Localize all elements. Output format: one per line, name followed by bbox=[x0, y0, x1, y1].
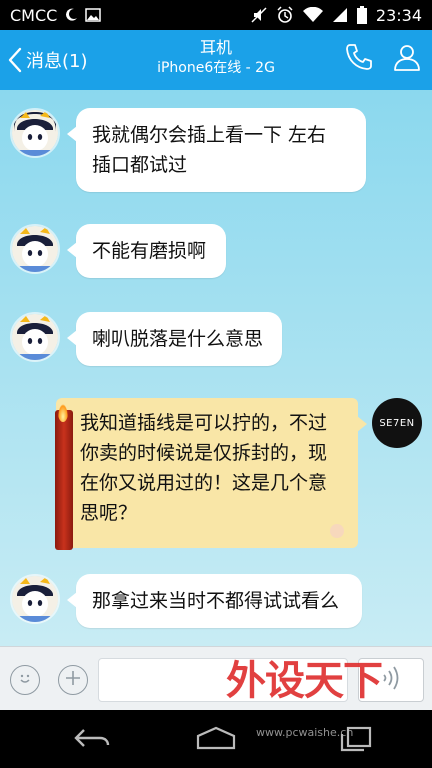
moon-icon bbox=[63, 7, 79, 23]
chat-area[interactable]: 我就偶尔会插上看一下 左右 插口都试过 不能有磨损啊 喇叭脱落是什么意思 我知道… bbox=[0, 90, 432, 646]
image-icon bbox=[85, 8, 102, 22]
self-avatar[interactable]: SE7EN bbox=[372, 398, 422, 448]
avatar[interactable] bbox=[10, 224, 60, 274]
phone-icon[interactable] bbox=[344, 42, 374, 76]
message-bubble[interactable]: 我就偶尔会插上看一下 左右 插口都试过 bbox=[67, 108, 366, 192]
message-bubble[interactable]: 喇叭脱落是什么意思 bbox=[67, 312, 282, 366]
voice-wave-icon bbox=[380, 666, 402, 694]
message-text: 在你又说用过的！这是几个意 bbox=[80, 472, 328, 494]
more-button[interactable] bbox=[58, 665, 88, 695]
navigation-bar bbox=[0, 710, 432, 768]
back-arrow-icon bbox=[70, 724, 114, 756]
status-bar: CMCC 23:34 bbox=[0, 0, 432, 30]
message-text: 思呢？ bbox=[80, 502, 138, 524]
nav-back-button[interactable] bbox=[70, 724, 114, 756]
message-bubble[interactable]: 不能有磨损啊 bbox=[67, 224, 226, 278]
message-text: 那拿过来当时不都得试试看么 bbox=[92, 590, 340, 612]
chevron-left-icon bbox=[8, 47, 22, 73]
title-bar: 消息(1) 耳机 iPhone6在线 - 2G bbox=[0, 30, 432, 90]
mute-icon bbox=[251, 7, 267, 23]
message-input[interactable] bbox=[98, 658, 348, 702]
candle-decoration bbox=[55, 404, 73, 550]
message-text: 插口都试过 bbox=[92, 154, 188, 176]
emoji-button[interactable] bbox=[10, 665, 40, 695]
message-bubble[interactable]: 那拿过来当时不都得试试看么 bbox=[67, 574, 362, 628]
avatar[interactable] bbox=[10, 574, 60, 624]
avatar[interactable] bbox=[10, 108, 60, 158]
avatar[interactable] bbox=[10, 312, 60, 362]
smiley-icon bbox=[16, 669, 34, 691]
home-icon bbox=[194, 724, 238, 756]
message-text: 不能有磨损啊 bbox=[92, 240, 207, 262]
user-icon[interactable] bbox=[392, 42, 422, 76]
input-bar bbox=[0, 646, 432, 710]
recents-icon bbox=[338, 724, 374, 756]
message-text: 我就偶尔会插上看一下 左右 bbox=[92, 124, 327, 146]
message-text: 你卖的时候说是仅拆封的，现 bbox=[80, 442, 328, 464]
contact-name: 耳机 bbox=[199, 38, 232, 57]
contact-status: iPhone6在线 - 2G bbox=[157, 60, 275, 76]
self-avatar-label: SE7EN bbox=[379, 417, 415, 429]
signal-icon bbox=[332, 7, 348, 23]
voice-button[interactable] bbox=[358, 658, 424, 702]
battery-icon bbox=[356, 6, 367, 24]
plus-icon bbox=[64, 669, 82, 691]
wifi-icon bbox=[302, 7, 323, 23]
sent-message-bubble[interactable]: 我知道插线是可以拧的，不过 你卖的时候说是仅拆封的，现 在你又说用过的！这是几个… bbox=[55, 398, 367, 550]
bubble-decoration bbox=[330, 524, 344, 538]
message-text: 我知道插线是可以拧的，不过 bbox=[80, 412, 328, 434]
message-text: 喇叭脱落是什么意思 bbox=[92, 328, 264, 350]
back-button[interactable]: 消息(1) bbox=[8, 40, 88, 80]
nav-recents-button[interactable] bbox=[338, 724, 374, 756]
chat-title: 耳机 iPhone6在线 - 2G bbox=[100, 38, 332, 78]
nav-home-button[interactable] bbox=[194, 724, 238, 756]
alarm-icon bbox=[276, 6, 294, 24]
back-label: 消息(1) bbox=[26, 51, 88, 72]
status-time: 23:34 bbox=[375, 5, 422, 25]
carrier-label: CMCC bbox=[10, 5, 58, 25]
